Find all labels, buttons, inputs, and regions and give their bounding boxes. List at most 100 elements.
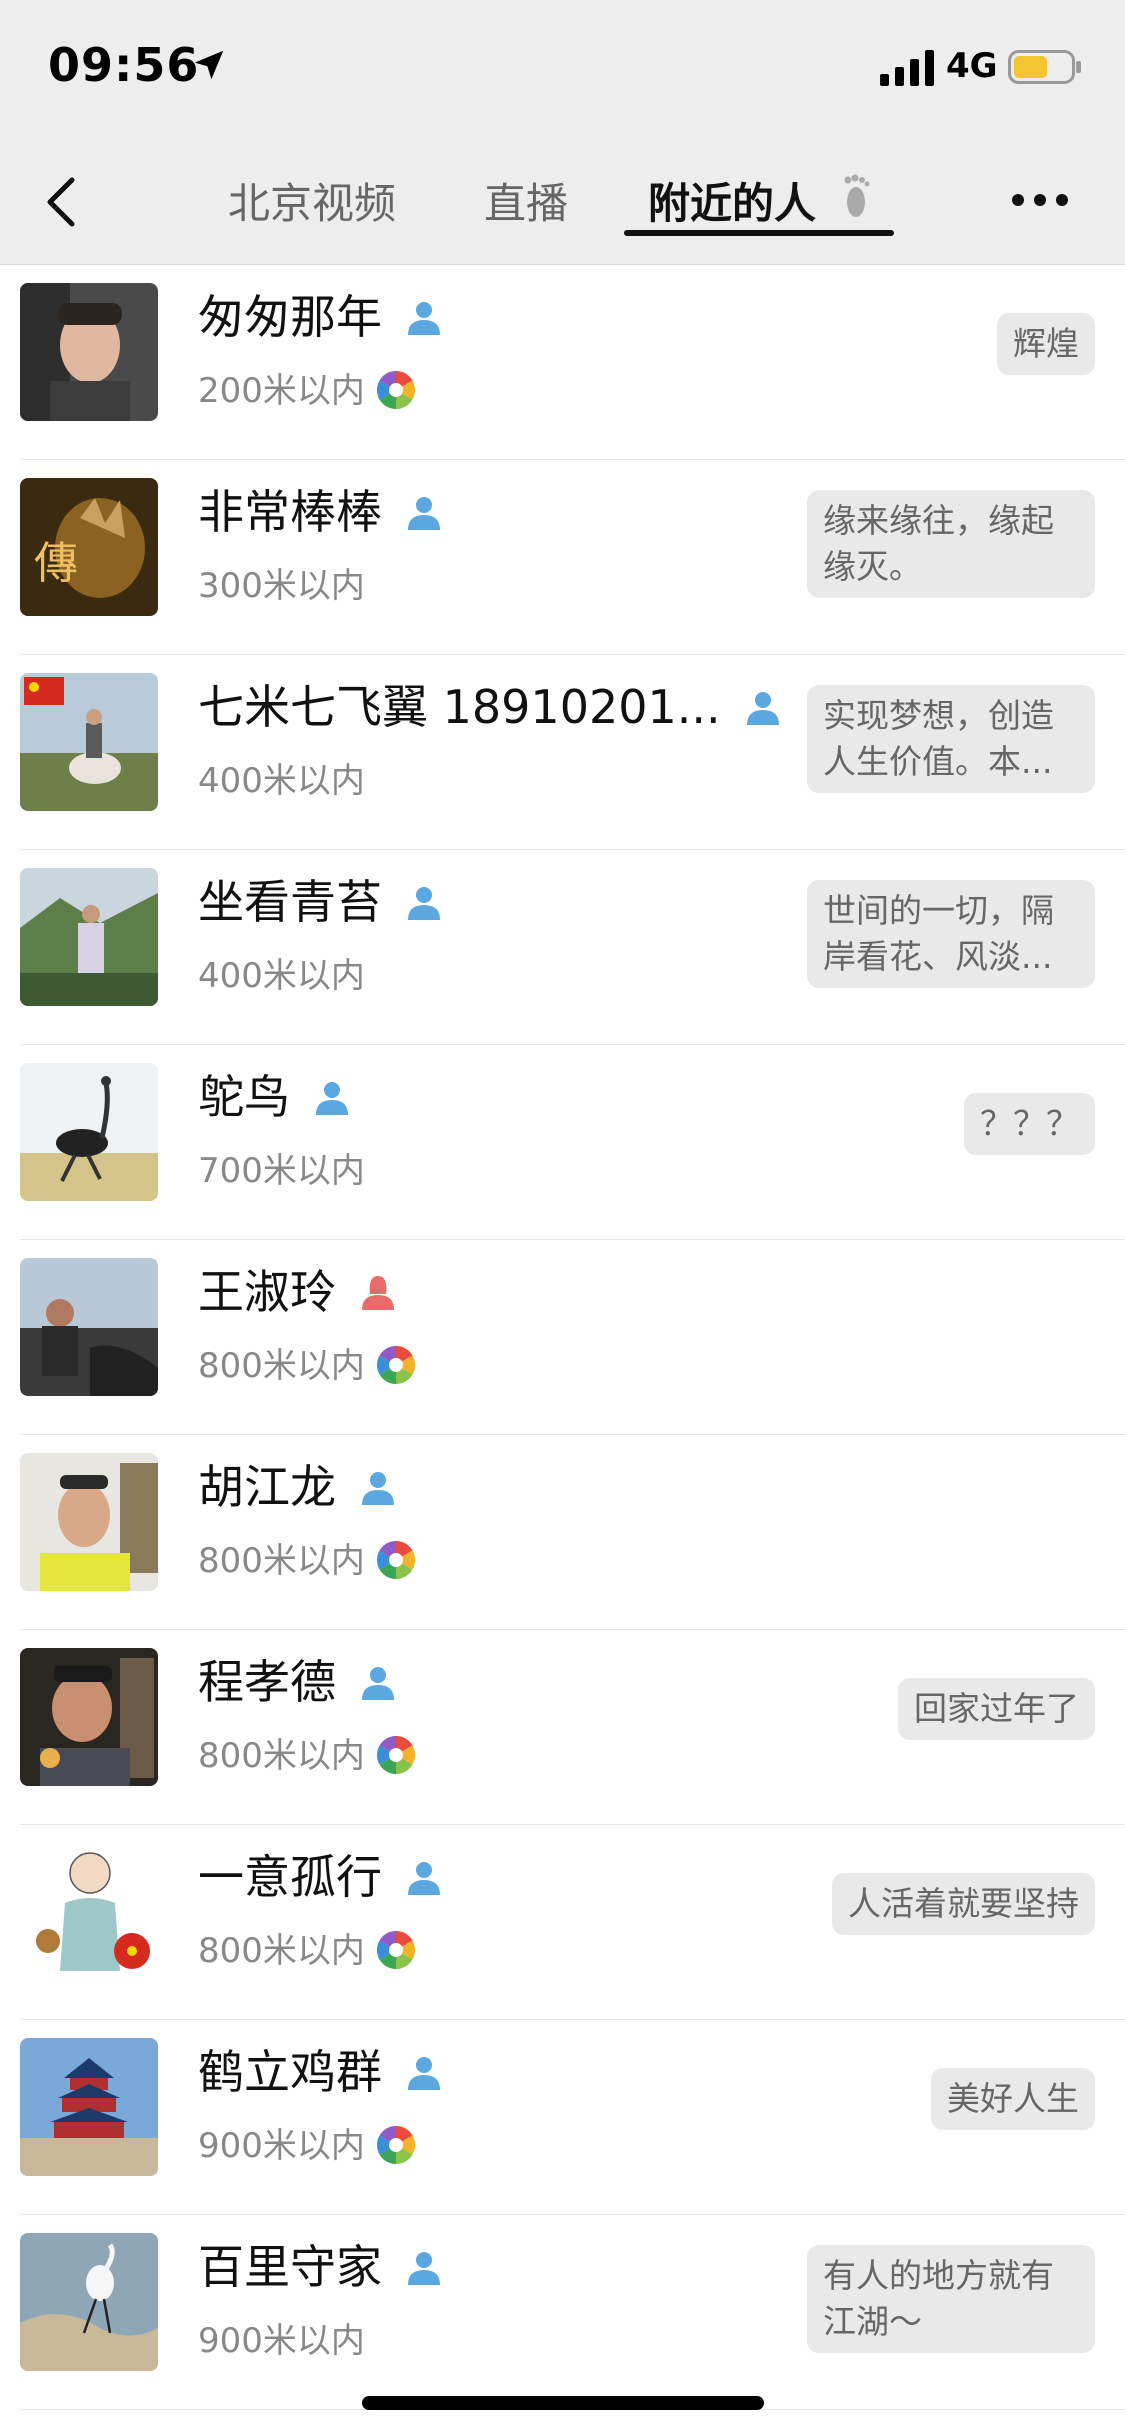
person-name: 王淑玲	[198, 1256, 398, 1322]
person-name: 程孝德	[198, 1646, 398, 1712]
signature-bubble: 世间的一切，隔岸看花、风淡...	[807, 880, 1095, 988]
avatar[interactable]	[20, 673, 158, 811]
distance-text: 200米以内	[198, 371, 365, 411]
male-icon	[408, 886, 440, 920]
svg-text:傳: 傳	[34, 538, 78, 589]
person-name: 匆匆那年	[198, 281, 444, 347]
signature-bubble: 缘来缘往，缘起缘灭。	[807, 490, 1095, 598]
distance-text: 800米以内	[198, 1346, 365, 1386]
distance-text: 400米以内	[198, 956, 365, 996]
person-name-text: 匆匆那年	[198, 290, 382, 344]
male-icon	[408, 1861, 440, 1895]
distance-text: 800米以内	[198, 1736, 365, 1776]
tab-live[interactable]: 直播	[484, 170, 568, 231]
person-name: 非常棒棒	[198, 476, 444, 542]
signature-bubble: ？？？	[964, 1093, 1095, 1155]
list-item[interactable]: 匆匆那年 200米以内 辉煌	[0, 265, 1125, 460]
person-name-text: 一意孤行	[198, 1850, 382, 1904]
person-distance: 800米以内	[198, 1923, 417, 1974]
moments-aperture-icon	[376, 370, 415, 409]
list-item[interactable]: 胡江龙 800米以内	[0, 1435, 1125, 1630]
list-item[interactable]: 一意孤行 800米以内 人活着就要坚持	[0, 1825, 1125, 2020]
avatar[interactable]	[20, 283, 158, 421]
distance-text: 800米以内	[198, 1541, 365, 1581]
distance-text: 300米以内	[198, 566, 365, 606]
person-name: 鸵鸟	[198, 1061, 352, 1127]
avatar[interactable]	[20, 1648, 158, 1786]
person-distance: 900米以内	[198, 2118, 417, 2169]
person-name-text: 鹤立鸡群	[198, 2045, 382, 2099]
person-name-text: 鸵鸟	[198, 1070, 290, 1124]
person-distance: 400米以内	[198, 948, 365, 997]
moments-aperture-icon	[376, 1930, 415, 1969]
male-icon	[362, 1471, 394, 1505]
distance-text: 900米以内	[198, 2126, 365, 2166]
list-item[interactable]: 鹤立鸡群 900米以内 美好人生	[0, 2020, 1125, 2215]
list-item[interactable]: 王淑玲 800米以内	[0, 1240, 1125, 1435]
person-distance: 800米以内	[198, 1338, 417, 1389]
list-item[interactable]: 坐看青苔 400米以内 世间的一切，隔岸看花、风淡...	[0, 850, 1125, 1045]
list-item[interactable]: 鸵鸟 700米以内 ？？？	[0, 1045, 1125, 1240]
person-name-text: 百里守家	[198, 2240, 382, 2294]
person-name-text: 王淑玲	[198, 1265, 336, 1319]
person-name-text: 坐看青苔	[198, 875, 382, 929]
distance-text: 900米以内	[198, 2321, 365, 2361]
status-time: 09:56	[48, 38, 200, 92]
moments-aperture-icon	[376, 1540, 415, 1579]
list-item[interactable]: 傳 非常棒棒 300米以内 缘来缘往，缘起缘灭。	[0, 460, 1125, 655]
home-indicator[interactable]	[362, 2396, 764, 2410]
male-icon	[362, 1666, 394, 1700]
person-distance: 200米以内	[198, 363, 417, 414]
distance-text: 800米以内	[198, 1931, 365, 1971]
male-icon	[408, 2251, 440, 2285]
list-item[interactable]: 百里守家 900米以内 有人的地方就有江湖～	[0, 2215, 1125, 2410]
person-distance: 800米以内	[198, 1533, 417, 1584]
moments-aperture-icon	[376, 1735, 415, 1774]
signature-bubble: 回家过年了	[898, 1678, 1095, 1740]
distance-text: 400米以内	[198, 761, 365, 801]
tab-nearby-people[interactable]: 附近的人	[648, 170, 816, 231]
battery-icon	[1008, 50, 1081, 84]
person-distance: 400米以内	[198, 753, 365, 802]
status-bar: 09:56 4G	[0, 0, 1125, 140]
person-name: 鹤立鸡群	[198, 2036, 444, 2102]
person-distance: 800米以内	[198, 1728, 417, 1779]
male-icon	[316, 1081, 348, 1115]
person-distance: 700米以内	[198, 1143, 365, 1192]
avatar[interactable]	[20, 2038, 158, 2176]
avatar[interactable]: 傳	[20, 478, 158, 616]
person-name: 七米七飞翼 18910201...	[198, 671, 783, 737]
person-name-text: 胡江龙	[198, 1460, 336, 1514]
female-icon	[362, 1275, 394, 1310]
list-item[interactable]: 程孝德 800米以内 回家过年了	[0, 1630, 1125, 1825]
person-name: 坐看青苔	[198, 866, 444, 932]
avatar[interactable]	[20, 1843, 158, 1981]
avatar[interactable]	[20, 2233, 158, 2371]
avatar[interactable]	[20, 1063, 158, 1201]
active-tab-indicator	[624, 230, 894, 236]
footprint-icon	[844, 174, 870, 217]
tab-beijing-video[interactable]: 北京视频	[228, 170, 396, 231]
more-options-icon[interactable]	[1010, 192, 1070, 208]
male-icon	[408, 301, 440, 335]
nav-bar: 北京视频 直播 附近的人	[0, 140, 1125, 265]
avatar[interactable]	[20, 1453, 158, 1591]
person-name: 百里守家	[198, 2231, 444, 2297]
male-icon	[408, 2056, 440, 2090]
person-distance: 300米以内	[198, 558, 365, 607]
list-item[interactable]: 七米七飞翼 18910201... 400米以内 实现梦想，创造人生价值。本..…	[0, 655, 1125, 850]
nearby-people-list: 匆匆那年 200米以内 辉煌 傳 非常棒棒 300米以内 缘来缘往，缘起缘灭。	[0, 265, 1125, 2410]
avatar[interactable]	[20, 868, 158, 1006]
avatar[interactable]	[20, 1258, 158, 1396]
network-type: 4G	[946, 46, 998, 86]
distance-text: 700米以内	[198, 1151, 365, 1191]
signature-bubble: 人活着就要坚持	[832, 1873, 1095, 1935]
person-name: 一意孤行	[198, 1841, 444, 1907]
location-arrow-icon	[194, 50, 224, 80]
cellular-signal-icon	[880, 50, 934, 86]
signature-bubble: 辉煌	[997, 313, 1095, 375]
person-distance: 900米以内	[198, 2313, 365, 2362]
signature-bubble: 有人的地方就有江湖～	[807, 2245, 1095, 2353]
back-chevron-icon[interactable]	[40, 170, 80, 234]
moments-aperture-icon	[376, 1345, 415, 1384]
